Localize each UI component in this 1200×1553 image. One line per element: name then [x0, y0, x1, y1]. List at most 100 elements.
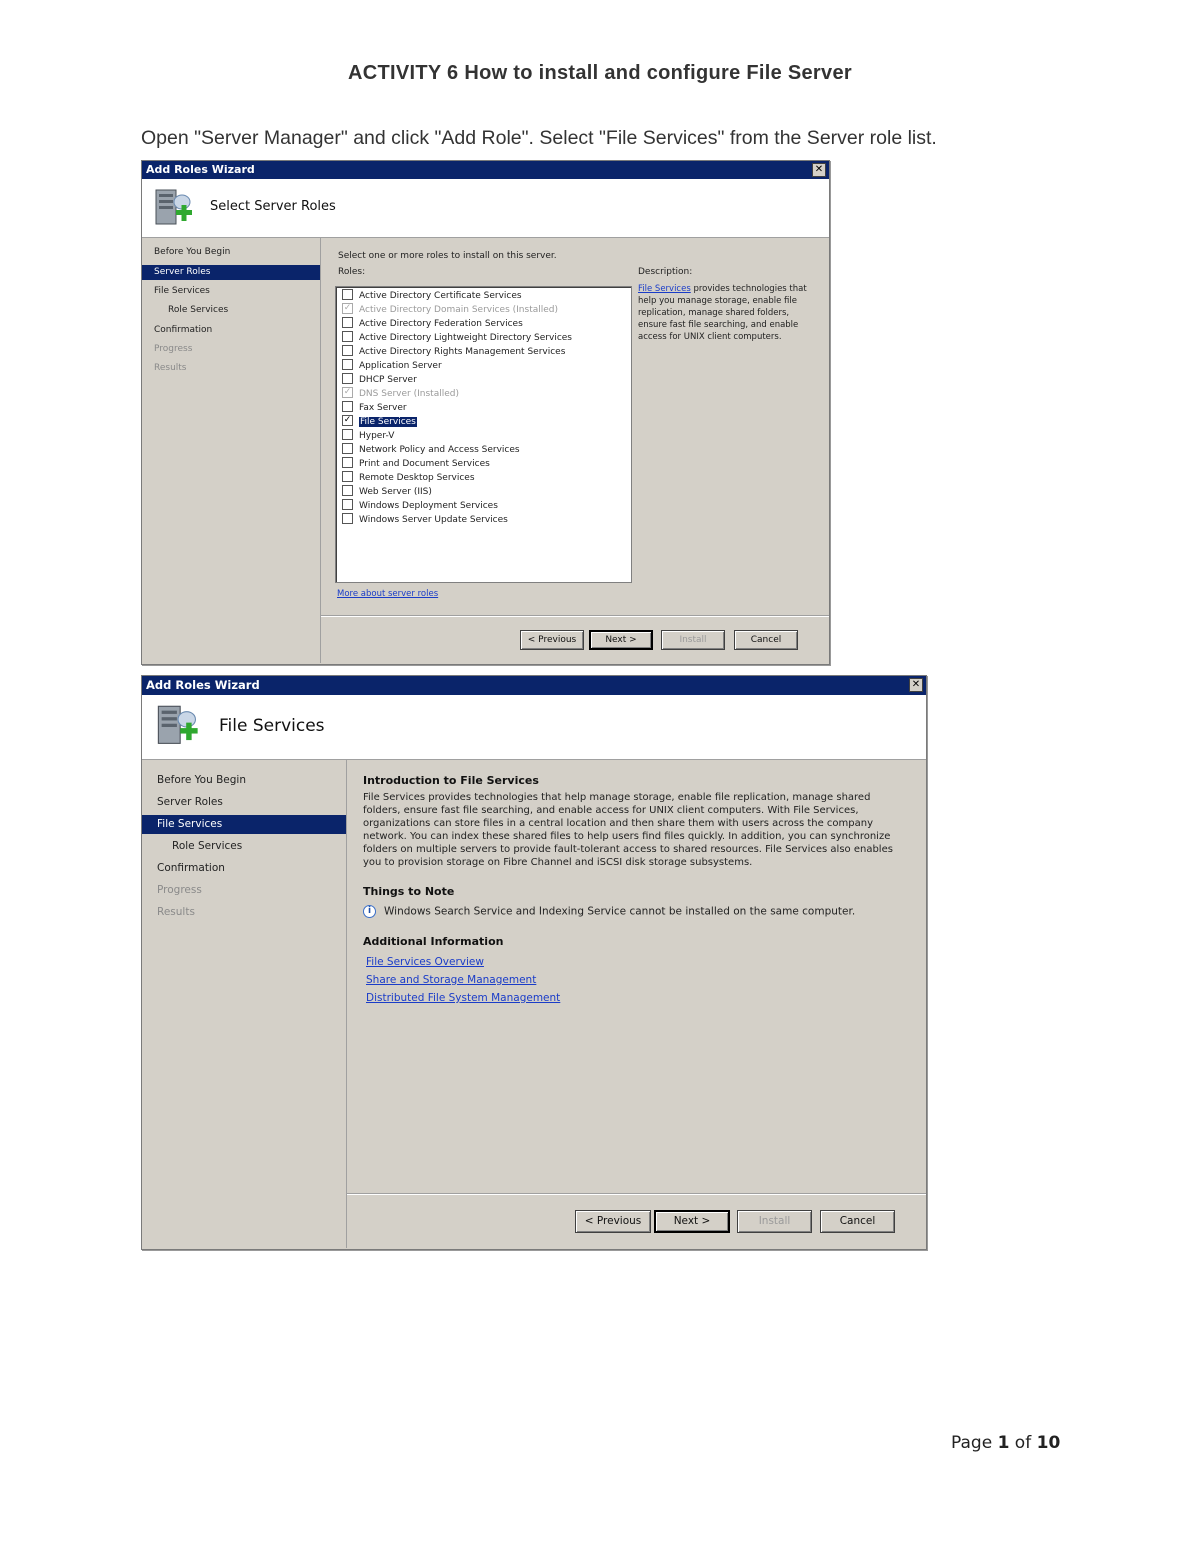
role-checkbox[interactable]	[342, 457, 353, 468]
page-total: 10	[1036, 1433, 1061, 1453]
intro-text: File Services provides technologies that…	[363, 792, 893, 868]
nav-results: Results	[154, 363, 187, 373]
role-item[interactable]: DHCP Server	[342, 373, 417, 388]
close-icon[interactable]: ✕	[812, 163, 826, 177]
role-item[interactable]: Remote Desktop Services	[342, 471, 475, 486]
nav-results: Results	[157, 906, 195, 918]
nav-role-services[interactable]: Role Services	[142, 837, 346, 856]
role-label: Network Policy and Access Services	[359, 445, 520, 455]
role-checkbox[interactable]	[342, 345, 353, 356]
role-description: File Services provides technologies that…	[638, 283, 808, 343]
role-label: Windows Deployment Services	[359, 501, 498, 511]
role-item[interactable]: Print and Document Services	[342, 457, 490, 472]
nav-server-roles[interactable]: Server Roles	[142, 265, 320, 280]
role-label: Print and Document Services	[359, 459, 490, 469]
next-button[interactable]: Next >	[654, 1210, 730, 1233]
wizard-header: File Services	[142, 695, 926, 760]
nav-confirmation[interactable]: Confirmation	[142, 859, 346, 878]
role-label-selected: File Services	[359, 417, 417, 427]
install-button: Install	[737, 1210, 812, 1233]
role-label: Active Directory Certificate Services	[359, 291, 522, 301]
role-label: DHCP Server	[359, 375, 417, 385]
role-item[interactable]: Web Server (IIS)	[342, 485, 432, 500]
nav-file-services[interactable]: File Services	[142, 815, 346, 834]
footer-divider	[347, 1193, 926, 1195]
nav-server-roles[interactable]: Server Roles	[142, 793, 346, 812]
install-button: Install	[661, 630, 725, 650]
role-label: Active Directory Rights Management Servi…	[359, 347, 566, 357]
role-item[interactable]: Network Policy and Access Services	[342, 443, 520, 458]
nav-before-you-begin[interactable]: Before You Begin	[142, 771, 346, 790]
page-prefix: Page	[951, 1433, 998, 1453]
window-titlebar[interactable]: Add Roles Wizard ✕	[142, 161, 829, 179]
role-item[interactable]: Application Server	[342, 359, 442, 374]
previous-button[interactable]: < Previous	[520, 630, 584, 650]
role-item: ✓ Active Directory Domain Services (Insta…	[342, 303, 558, 318]
role-checkbox[interactable]	[342, 331, 353, 342]
role-checkbox[interactable]	[342, 443, 353, 454]
nav-file-services[interactable]: File Services	[142, 284, 320, 299]
previous-button[interactable]: < Previous	[575, 1210, 651, 1233]
file-services-link[interactable]: File Services	[638, 284, 691, 294]
role-label: Web Server (IIS)	[359, 487, 432, 497]
role-item[interactable]: Windows Server Update Services	[342, 513, 508, 528]
content-pane: Introduction to File Services File Servi…	[346, 760, 926, 1248]
role-item[interactable]: Active Directory Lightweight Directory S…	[342, 331, 572, 346]
role-item[interactable]: Hyper-V	[342, 429, 394, 444]
window-titlebar[interactable]: Add Roles Wizard ✕	[142, 676, 926, 695]
note-row: i Windows Search Service and Indexing Ser…	[363, 905, 855, 918]
role-checkbox[interactable]	[342, 485, 353, 496]
role-label: Windows Server Update Services	[359, 515, 508, 525]
wizard-header-title: File Services	[219, 716, 325, 736]
add-roles-wizard-select-roles: Add Roles Wizard ✕ Select Server Roles B…	[141, 160, 830, 665]
role-checkbox[interactable]	[342, 373, 353, 384]
role-label: Active Directory Federation Services	[359, 319, 523, 329]
role-label: Active Directory Lightweight Directory S…	[359, 333, 572, 343]
role-checkbox[interactable]	[342, 513, 353, 524]
nav-confirmation[interactable]: Confirmation	[142, 323, 320, 338]
cancel-button[interactable]: Cancel	[734, 630, 798, 650]
role-item[interactable]: Windows Deployment Services	[342, 499, 498, 514]
dfs-management-link[interactable]: Distributed File System Management	[366, 992, 560, 1004]
nav-progress: Progress	[157, 884, 202, 896]
nav-role-services[interactable]: Role Services	[142, 303, 320, 318]
role-label: Fax Server	[359, 403, 407, 413]
page-number: Page 1 of 10	[951, 1433, 1060, 1453]
info-icon: i	[363, 905, 376, 918]
note-text: Windows Search Service and Indexing Serv…	[384, 905, 856, 918]
role-checkbox[interactable]	[342, 499, 353, 510]
close-icon[interactable]: ✕	[909, 678, 923, 692]
more-about-server-roles-link[interactable]: More about server roles	[337, 589, 438, 599]
role-checkbox[interactable]	[342, 429, 353, 440]
next-button[interactable]: Next >	[589, 630, 653, 650]
server-roles-icon	[155, 189, 192, 225]
role-checkbox[interactable]	[342, 289, 353, 300]
content-pane: Select one or more roles to install on t…	[320, 238, 829, 663]
role-item[interactable]: Active Directory Federation Services	[342, 317, 523, 332]
share-storage-management-link[interactable]: Share and Storage Management	[366, 974, 536, 986]
role-item[interactable]: Active Directory Rights Management Servi…	[342, 345, 566, 360]
document-title: ACTIVITY 6 How to install and configure …	[348, 62, 852, 84]
additional-info-heading: Additional Information	[363, 935, 504, 948]
role-item[interactable]: ✓ File Services	[342, 415, 417, 430]
role-checkbox[interactable]: ✓	[342, 415, 353, 426]
role-label: Application Server	[359, 361, 442, 371]
role-checkbox[interactable]	[342, 471, 353, 482]
role-label: DNS Server (Installed)	[359, 389, 459, 399]
role-checkbox[interactable]	[342, 317, 353, 328]
role-label: Remote Desktop Services	[359, 473, 475, 483]
role-checkbox: ✓	[342, 387, 353, 398]
nav-before-you-begin[interactable]: Before You Begin	[142, 245, 320, 260]
file-services-overview-link[interactable]: File Services Overview	[366, 956, 484, 968]
role-checkbox[interactable]	[342, 401, 353, 412]
role-item[interactable]: Active Directory Certificate Services	[342, 289, 522, 304]
roles-prompt: Select one or more roles to install on t…	[338, 251, 557, 261]
cancel-button[interactable]: Cancel	[820, 1210, 895, 1233]
role-item[interactable]: Fax Server	[342, 401, 407, 416]
role-checkbox[interactable]	[342, 359, 353, 370]
footer-divider	[321, 615, 829, 617]
wizard-header-title: Select Server Roles	[210, 199, 336, 214]
roles-list[interactable]: Active Directory Certificate Services ✓ A…	[335, 286, 632, 583]
page-current: 1	[997, 1433, 1010, 1453]
nav-progress: Progress	[154, 344, 193, 354]
